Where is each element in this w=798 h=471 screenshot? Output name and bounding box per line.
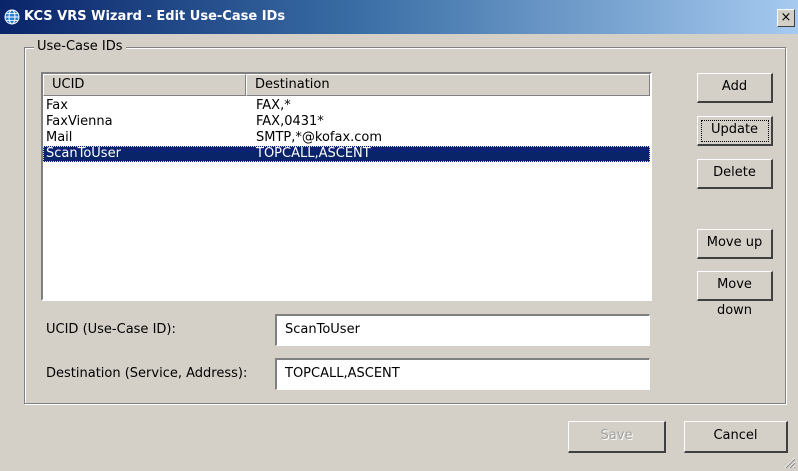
save-button[interactable]: Save <box>568 421 666 453</box>
destination-cell: SMTP,*@kofax.com <box>256 130 383 145</box>
destination-cell: FAX,0431* <box>256 114 324 129</box>
cancel-button[interactable]: Cancel <box>684 421 788 453</box>
add-button[interactable]: Add <box>697 73 773 103</box>
move-up-button[interactable]: Move up <box>697 229 773 259</box>
title-bar: KCS VRS Wizard - Edit Use-Case IDs × <box>0 0 798 34</box>
destination-cell: FAX,* <box>256 98 291 113</box>
move-down-button[interactable]: Move down <box>697 271 773 318</box>
ucid-cell: Fax <box>46 98 68 113</box>
column-header-ucid[interactable]: UCID <box>43 74 246 96</box>
ucid-cell: Mail <box>46 130 73 145</box>
list-item[interactable]: Mail SMTP,*@kofax.com <box>43 130 650 146</box>
delete-button[interactable]: Delete <box>697 159 773 189</box>
list-item-selected[interactable]: ScanToUser TOPCALL,ASCENT <box>43 146 650 162</box>
group-label: Use-Case IDs <box>34 39 126 54</box>
list-item[interactable]: FaxVienna FAX,0431* <box>43 114 650 130</box>
globe-icon <box>4 9 20 25</box>
update-button[interactable]: Update <box>697 116 773 146</box>
list-item[interactable]: Fax FAX,* <box>43 98 650 114</box>
resize-grip-icon[interactable] <box>784 457 796 469</box>
close-button[interactable]: × <box>777 9 795 27</box>
destination-cell: TOPCALL,ASCENT <box>256 146 371 161</box>
ucid-cell: ScanToUser <box>46 146 121 161</box>
destination-input[interactable]: TOPCALL,ASCENT <box>275 358 650 390</box>
column-header-destination[interactable]: Destination <box>246 74 650 96</box>
ucid-label: UCID (Use-Case ID): <box>46 322 176 337</box>
ucid-input[interactable]: ScanToUser <box>275 314 650 346</box>
use-case-list[interactable]: UCID Destination Fax FAX,* FaxVienna FAX… <box>41 72 652 301</box>
close-icon: × <box>780 10 792 25</box>
window-title: KCS VRS Wizard - Edit Use-Case IDs <box>24 9 286 24</box>
ucid-cell: FaxVienna <box>46 114 113 129</box>
destination-label: Destination (Service, Address): <box>46 366 248 381</box>
